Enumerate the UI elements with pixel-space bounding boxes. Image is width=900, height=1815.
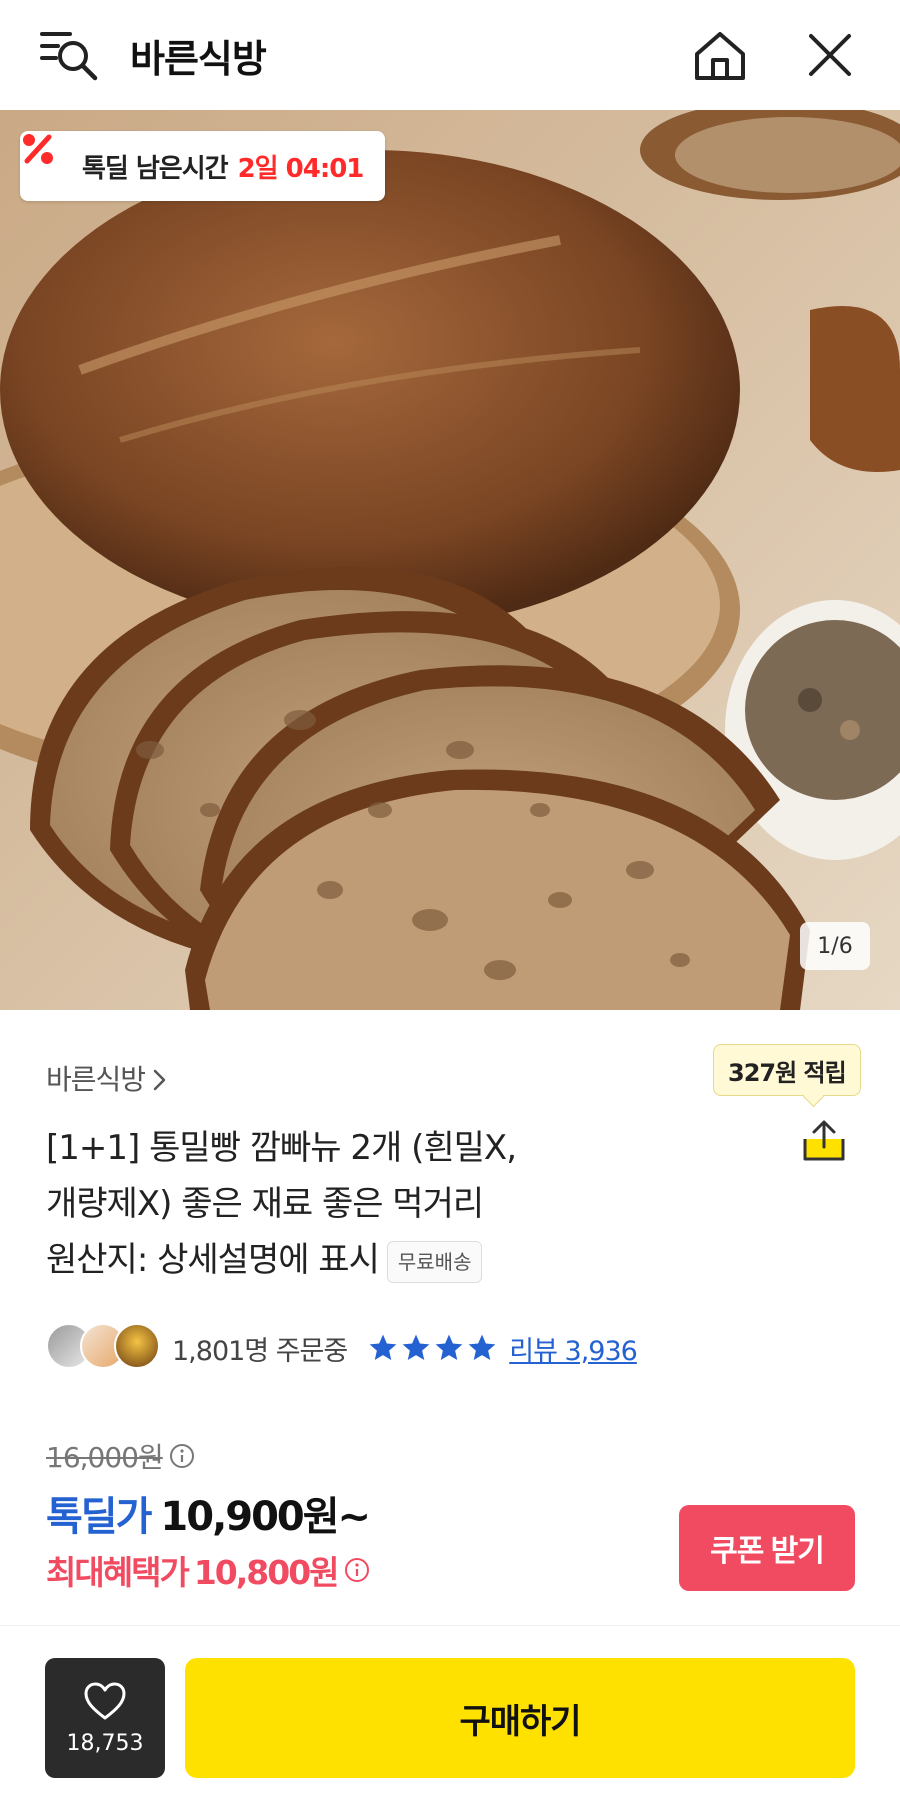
star-icon [369,1334,397,1360]
heart-icon [84,1682,126,1719]
home-icon[interactable] [692,28,748,84]
info-icon[interactable] [344,1557,370,1583]
social-proof: 1,801명 주문중 리뷰 3,936 [46,1323,638,1373]
max-benefit-price: 최대혜택가 10,800원 [46,1546,370,1594]
deal-timer-label: 톡딜 남은시간 [82,153,229,184]
product-origin: 원산지: 상세설명에 표시 [46,1240,380,1280]
points-tooltip: 327원 적립 [713,1044,861,1096]
max-benefit-label: 최대혜택가 [46,1553,190,1592]
max-benefit-value: 10,800원 [193,1553,340,1592]
review-link[interactable]: 리뷰 3,936 [509,1329,638,1368]
product-title-line-2: 개량제X) 좋은 재료 좋은 먹거리 [46,1184,484,1224]
order-count: 1,801명 주문중 [172,1335,348,1367]
deal-price-label: 톡딜가 [46,1494,152,1540]
info-icon[interactable] [169,1443,195,1469]
deal-price: 톡딜가 10,900원~ [46,1484,371,1542]
star-icon [435,1334,463,1360]
rating-stars [367,1332,499,1364]
like-count: 18,753 [66,1730,144,1756]
close-icon[interactable] [805,30,855,80]
menu-search-icon[interactable] [40,30,102,82]
buy-button[interactable]: 구매하기 [185,1658,855,1778]
deal-timer-badge: 톡딜 남은시간 2일 04:01 [20,131,386,201]
percent-icon [23,134,74,184]
like-button[interactable]: 18,753 [45,1658,165,1778]
image-counter: 1/6 [800,922,870,970]
deal-timer-value: 2일 04:01 [237,153,365,184]
bread-product-photo [0,110,900,1010]
original-price: 16,000원 [46,1436,195,1476]
deal-price-value: 10,900원~ [160,1494,371,1540]
star-icon [468,1334,496,1360]
star-icon [402,1334,430,1360]
chevron-right-icon [153,1066,167,1091]
product-title-line-3: 원산지: 상세설명에 표시 무료배송 [46,1232,686,1288]
product-title-line-1: [1+1] 통밀빵 깜빠뉴 2개 (흰밀X, [46,1128,517,1168]
page-title: 바른식방 [130,37,267,81]
store-name: 바른식방 [46,1063,146,1096]
free-shipping-badge: 무료배송 [386,1240,483,1283]
product-title: [1+1] 통밀빵 깜빠뉴 2개 (흰밀X, 개량제X) 좋은 재료 좋은 먹거… [46,1120,686,1288]
share-icon[interactable] [799,1115,849,1165]
coupon-button[interactable]: 쿠폰 받기 [679,1505,855,1591]
product-image-carousel[interactable]: 톡딜 남은시간 2일 04:01 1/6 [0,110,900,1010]
buyer-avatars [46,1323,162,1373]
avatar [114,1323,160,1369]
original-price-value: 16,000원 [46,1441,164,1474]
store-link[interactable]: 바른식방 [46,1058,167,1098]
bottom-action-bar: 18,753 구매하기 [0,1625,900,1815]
top-header: 바른식방 [0,0,900,110]
